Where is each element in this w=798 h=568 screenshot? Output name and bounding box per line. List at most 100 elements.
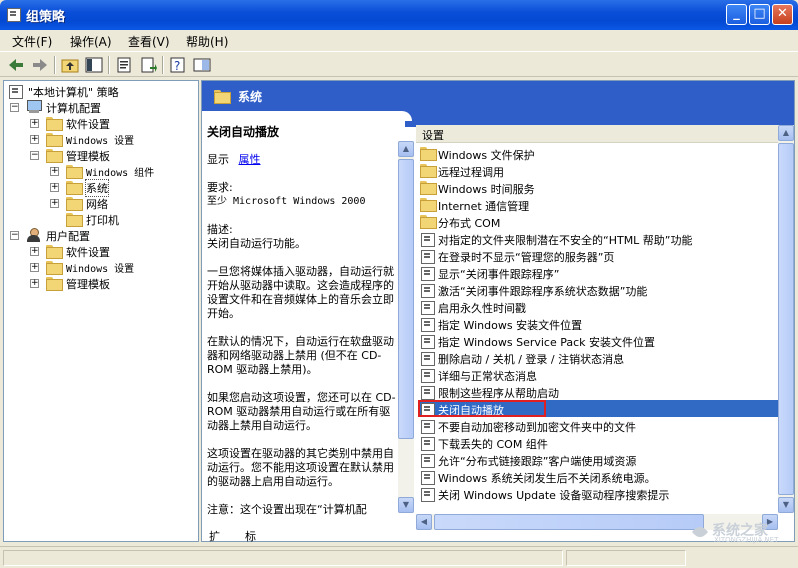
expand-toggle[interactable]: + [50,183,59,192]
pane-header-title: 系统 [238,90,263,104]
forward-arrow-icon[interactable] [30,55,50,75]
expand-toggle[interactable]: + [50,167,59,176]
close-button[interactable]: ✕ [772,4,793,25]
expand-toggle[interactable]: + [50,199,59,208]
toolbar: ? [0,51,798,77]
settings-list: 设置 Windows 文件保护 远程过程调用 Windows 时间服务 Interne… [416,125,794,513]
collapse-toggle[interactable]: − [10,103,19,112]
computer-icon [26,100,42,114]
folder-icon [46,149,63,163]
settings-row[interactable]: 下载丢失的 COM 组件 [418,434,778,451]
settings-row[interactable]: Windows 系统关闭发生后不关闭系统电源。 [418,468,778,485]
description-paragraph: 在默认的情况下，自动运行在软盘驱动器和网络驱动器上禁用 (但不在 CD-ROM … [207,335,394,376]
settings-row[interactable]: 关闭 Windows Update 设备驱动程序搜索提示 [418,485,778,502]
settings-row[interactable]: 显示“关闭事件跟踪程序” [418,264,778,281]
expand-toggle[interactable]: + [30,135,39,144]
folder-icon [66,213,83,227]
scroll-up-button[interactable]: ▲ [778,125,794,141]
policy-icon [420,368,436,383]
folder-icon [66,197,83,211]
settings-row[interactable]: 指定 Windows 安装文件位置 [418,315,778,332]
settings-row[interactable]: 在登录时不显示“管理您的服务器”页 [418,247,778,264]
scroll-up-button[interactable]: ▲ [398,141,414,157]
settings-row[interactable]: 详细与正常状态消息 [418,366,778,383]
scroll-thumb[interactable] [398,159,414,439]
help-icon[interactable]: ? [168,55,188,75]
minimize-button[interactable]: _ [726,4,747,25]
collapse-toggle[interactable]: − [30,151,39,160]
menu-view[interactable]: 查看(V) [128,33,170,50]
settings-row[interactable]: 对指定的文件夹限制潜在不安全的“HTML 帮助”功能 [418,230,778,247]
up-folder-icon[interactable] [60,55,80,75]
policy-icon [420,283,436,298]
settings-row[interactable]: 启用永久性时间戳 [418,298,778,315]
collapse-toggle[interactable]: − [10,231,19,240]
group-policy-app-icon[interactable] [6,7,22,23]
toolbar-separator [162,56,164,74]
settings-row-label: Windows 系统关闭发生后不关闭系统电源。 [438,472,656,485]
settings-row[interactable]: 允许“分布式链接跟踪”客户端使用域资源 [418,451,778,468]
settings-scrollbar[interactable]: ▲ ▼ [778,125,794,513]
description-scrollbar[interactable]: ▲ ▼ [398,141,414,513]
settings-row[interactable]: 分布式 COM [418,213,778,230]
expand-toggle[interactable]: + [30,279,39,288]
properties-link[interactable]: 属性 [239,153,261,166]
settings-row[interactable]: Internet 通信管理 [418,196,778,213]
expand-toggle[interactable]: + [30,263,39,272]
show-tree-icon[interactable] [84,55,104,75]
menu-action[interactable]: 操作(A) [70,33,112,50]
description-title: 关闭自动播放 [207,125,280,139]
expand-toggle[interactable]: + [30,247,39,256]
tree-item-label: 用户配置 [46,230,90,243]
scroll-left-button[interactable]: ◀ [416,514,432,530]
settings-row[interactable]: Windows 文件保护 [418,145,778,162]
properties-icon[interactable] [114,55,134,75]
expand-toggle[interactable]: + [30,119,39,128]
tab-standard[interactable]: 标准 [242,528,259,559]
settings-row[interactable]: 不要自动加密移动到加密文件夹中的文件 [418,417,778,434]
settings-row[interactable]: 限制这些程序从帮助启动 [418,383,778,400]
settings-row-label: 启用永久性时间戳 [438,302,526,315]
settings-row-label: 限制这些程序从帮助启动 [438,387,559,400]
settings-row[interactable]: 远程过程调用 [418,162,778,179]
policy-icon [420,487,436,502]
user-icon [26,228,42,242]
settings-row[interactable]: 指定 Windows Service Pack 安装文件位置 [418,332,778,349]
settings-row[interactable]: Windows 时间服务 [418,179,778,196]
settings-row-label: 指定 Windows Service Pack 安装文件位置 [438,336,656,349]
policy-icon [420,453,436,468]
settings-row[interactable]: 关闭自动播放 [418,400,778,417]
back-arrow-icon[interactable] [6,55,26,75]
show-properties-line: 显示 属性 [207,153,397,167]
tree-item-label: 网络 [86,198,108,211]
tree-root-label: "本地计算机" 策略 [28,86,119,99]
settings-column-label: 设置 [422,129,444,142]
scroll-down-button[interactable]: ▼ [778,497,794,513]
scroll-down-button[interactable]: ▼ [398,497,414,513]
description-value: 关闭自动运行功能。 [207,237,306,250]
tab-extended[interactable]: 扩展 [206,528,223,559]
policy-icon [420,334,436,349]
description-label: 描述: [207,223,233,236]
export-list-icon[interactable] [138,55,158,75]
settings-row[interactable]: 删除启动 / 关机 / 登录 / 注销状态消息 [418,349,778,366]
settings-row-label: 对指定的文件夹限制潜在不安全的“HTML 帮助”功能 [438,234,693,247]
scroll-thumb[interactable] [434,514,704,530]
status-bar [0,546,798,568]
settings-row-label: Windows 文件保护 [438,149,535,162]
maximize-button[interactable]: □ [749,4,770,25]
scroll-thumb[interactable] [778,143,794,495]
description-panel: 关闭自动播放 显示 属性 要求: 至少 Microsoft Windows 20… [207,125,397,537]
policy-icon [420,266,436,281]
menu-help[interactable]: 帮助(H) [186,33,228,50]
extended-view-icon[interactable] [192,55,212,75]
highlight-box [418,400,546,417]
settings-column-header[interactable]: 设置 [416,125,778,143]
settings-row-label: 分布式 COM [438,217,501,230]
folder-icon [46,117,63,131]
settings-row-label: Windows 时间服务 [438,183,535,196]
toolbar-separator [54,56,56,74]
toolbar-separator [108,56,110,74]
menu-file[interactable]: 文件(F) [12,33,52,50]
settings-row[interactable]: 激活“关闭事件跟踪程序系统状态数据”功能 [418,281,778,298]
